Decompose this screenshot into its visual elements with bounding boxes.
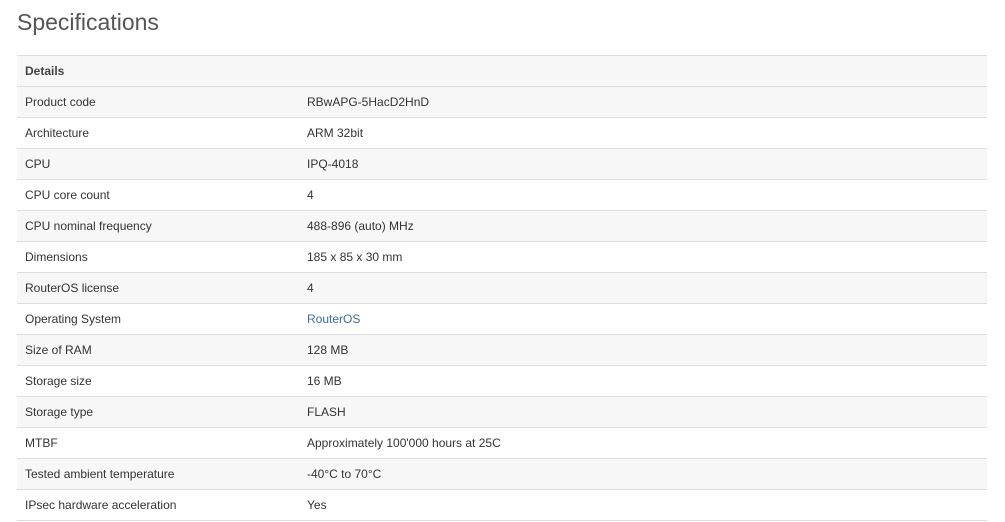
row-value: IPQ-4018	[299, 148, 987, 180]
row-value: 4	[299, 272, 987, 304]
row-label: CPU core count	[17, 179, 299, 211]
row-value: RouterOS	[299, 303, 987, 335]
row-label: Architecture	[17, 117, 299, 149]
row-label: Storage size	[17, 365, 299, 397]
row-label: Product code	[17, 86, 299, 118]
row-label: RouterOS license	[17, 272, 299, 304]
row-value: -40°C to 70°C	[299, 458, 987, 490]
row-label: Size of RAM	[17, 334, 299, 366]
page-title: Specifications	[17, 9, 159, 35]
row-label: IPsec hardware acceleration	[17, 489, 299, 521]
table-row: Architecture ARM 32bit	[17, 117, 987, 149]
row-value: 128 MB	[299, 334, 987, 366]
table-row: CPU IPQ-4018	[17, 148, 987, 180]
table-header-row: Details	[17, 55, 987, 87]
table-row: Size of RAM 128 MB	[17, 334, 987, 366]
row-label: CPU	[17, 148, 299, 180]
row-value: 4	[299, 179, 987, 211]
table-row: Operating System RouterOS	[17, 303, 987, 335]
details-header: Details	[17, 55, 987, 87]
row-label: Storage type	[17, 396, 299, 428]
row-value: 16 MB	[299, 365, 987, 397]
routeros-link[interactable]: RouterOS	[307, 312, 360, 326]
table-row: CPU core count 4	[17, 179, 987, 211]
table-row: Storage type FLASH	[17, 396, 987, 428]
row-value: FLASH	[299, 396, 987, 428]
table-row: IPsec hardware acceleration Yes	[17, 489, 987, 521]
row-value: 185 x 85 x 30 mm	[299, 241, 987, 273]
row-value: Yes	[299, 489, 987, 521]
row-value: Approximately 100'000 hours at 25C	[299, 427, 987, 459]
table-row: MTBF Approximately 100'000 hours at 25C	[17, 427, 987, 459]
table-row: CPU nominal frequency 488-896 (auto) MHz	[17, 210, 987, 242]
row-value: RBwAPG-5HacD2HnD	[299, 86, 987, 118]
row-label: Operating System	[17, 303, 299, 335]
table-row: RouterOS license 4	[17, 272, 987, 304]
row-label: Dimensions	[17, 241, 299, 273]
row-label: MTBF	[17, 427, 299, 459]
table-row: Storage size 16 MB	[17, 365, 987, 397]
specifications-table: Details Product code RBwAPG-5HacD2HnD Ar…	[17, 55, 987, 521]
row-label: Tested ambient temperature	[17, 458, 299, 490]
table-row: Tested ambient temperature -40°C to 70°C	[17, 458, 987, 490]
row-value: ARM 32bit	[299, 117, 987, 149]
table-row: Product code RBwAPG-5HacD2HnD	[17, 86, 987, 118]
row-value: 488-896 (auto) MHz	[299, 210, 987, 242]
specifications-page: Specifications Details Product code RBwA…	[0, 0, 1005, 522]
row-label: CPU nominal frequency	[17, 210, 299, 242]
table-row: Dimensions 185 x 85 x 30 mm	[17, 241, 987, 273]
